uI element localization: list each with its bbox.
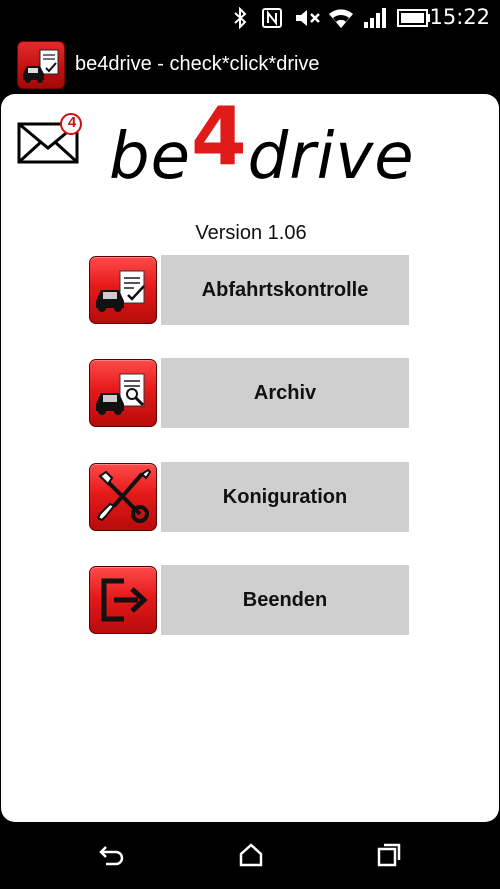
car-search-icon[interactable] (89, 359, 157, 427)
app-title-bar: be4drive - check*click*drive (0, 36, 500, 94)
mute-icon (293, 6, 323, 30)
version-label: Version 1.06 (195, 222, 307, 244)
abfahrtskontrolle-button[interactable]: Abfahrtskontrolle (161, 255, 409, 325)
mail-button[interactable]: 4 (17, 112, 83, 164)
navigation-bar (0, 822, 500, 889)
menu-item-abfahrtskontrolle[interactable]: Abfahrtskontrolle (89, 255, 411, 325)
status-time: 15:22 (429, 5, 490, 29)
nfc-icon (260, 6, 284, 30)
logo-suffix: drive (247, 120, 415, 194)
menu-item-archiv[interactable]: Archiv (89, 358, 411, 428)
tools-icon[interactable] (89, 463, 157, 531)
recents-icon[interactable] (374, 840, 404, 870)
menu-item-beenden[interactable]: Beenden (89, 565, 411, 635)
car-checklist-icon[interactable] (89, 256, 157, 324)
signal-icon (362, 6, 388, 30)
car-checklist-icon (17, 41, 65, 89)
app-title: be4drive - check*click*drive (75, 53, 320, 75)
bluetooth-icon (230, 6, 250, 30)
home-icon[interactable] (236, 840, 266, 870)
battery-icon (396, 6, 432, 30)
main-content: 4 be4drive Version 1.06 Abfahrtskontroll… (1, 90, 499, 822)
menu-item-koniguration[interactable]: Koniguration (89, 462, 411, 532)
beenden-button[interactable]: Beenden (161, 565, 409, 635)
logo-prefix: be (109, 120, 191, 194)
status-bar: 15:22 (0, 0, 500, 36)
app-logo: be4drive (109, 90, 415, 197)
back-icon[interactable] (96, 840, 126, 870)
wifi-icon (326, 6, 356, 30)
logo-number: 4 (191, 90, 248, 183)
phone-screen: 15:22 be4drive - check*click*drive 4 be4… (0, 0, 500, 889)
mail-badge: 4 (67, 114, 77, 131)
archiv-button[interactable]: Archiv (161, 358, 409, 428)
koniguration-button[interactable]: Koniguration (161, 462, 409, 532)
exit-icon[interactable] (89, 566, 157, 634)
